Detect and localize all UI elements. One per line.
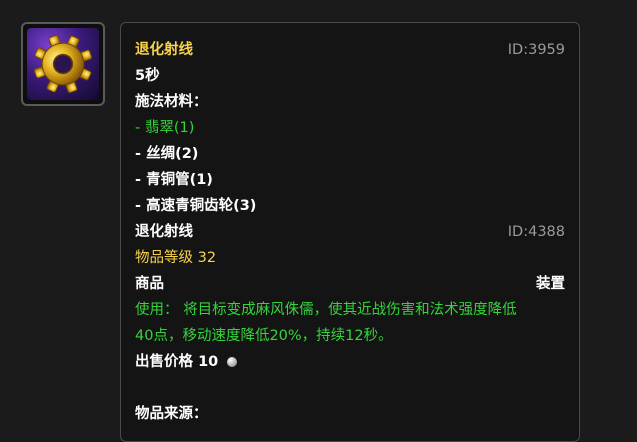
- spell-icon-frame[interactable]: [21, 22, 105, 106]
- material-item-emerald[interactable]: - 翡翠(1): [135, 117, 565, 139]
- materials-header: 施法材料：: [135, 94, 208, 110]
- item-source-label: 物品来源：: [135, 406, 208, 422]
- gear-icon: [27, 28, 99, 100]
- spell-row: 退化射线 ID:3959: [135, 39, 565, 61]
- silver-coin-icon: [227, 357, 238, 367]
- material-item-gear[interactable]: - 高速青铜齿轮(3): [135, 195, 565, 217]
- sell-price-label: 出售价格: [135, 354, 193, 370]
- material-item-silk[interactable]: - 丝绸(2): [135, 143, 565, 165]
- use-effect-line-2: 40点，移动速度降低20%，持续12秒。: [135, 328, 393, 344]
- spell-id: ID:3959: [507, 42, 565, 58]
- item-slot: 装置: [536, 276, 565, 292]
- spell-name[interactable]: 退化射线: [135, 42, 193, 58]
- sell-price-value: 10: [198, 354, 219, 370]
- item-row: 退化射线 ID:4388: [135, 221, 565, 243]
- item-type: 商品: [135, 276, 164, 292]
- item-id: ID:4388: [507, 224, 565, 240]
- use-effect-line-1: 使用： 将目标变成麻风侏儒，使其近战伤害和法术强度降低: [135, 302, 517, 318]
- gear-icon-graphic: [33, 34, 93, 94]
- sell-price-row: 出售价格 10: [135, 351, 565, 373]
- item-type-row: 商品 装置: [135, 273, 565, 295]
- material-item-bronze-tube[interactable]: - 青铜管(1): [135, 169, 565, 191]
- item-name[interactable]: 退化射线: [135, 224, 193, 240]
- item-level: 物品等级 32: [135, 250, 217, 266]
- tooltip-panel: 退化射线 ID:3959 5秒 施法材料： - 翡翠(1) - 丝绸(2) - …: [120, 22, 580, 442]
- cast-time: 5秒: [135, 68, 160, 84]
